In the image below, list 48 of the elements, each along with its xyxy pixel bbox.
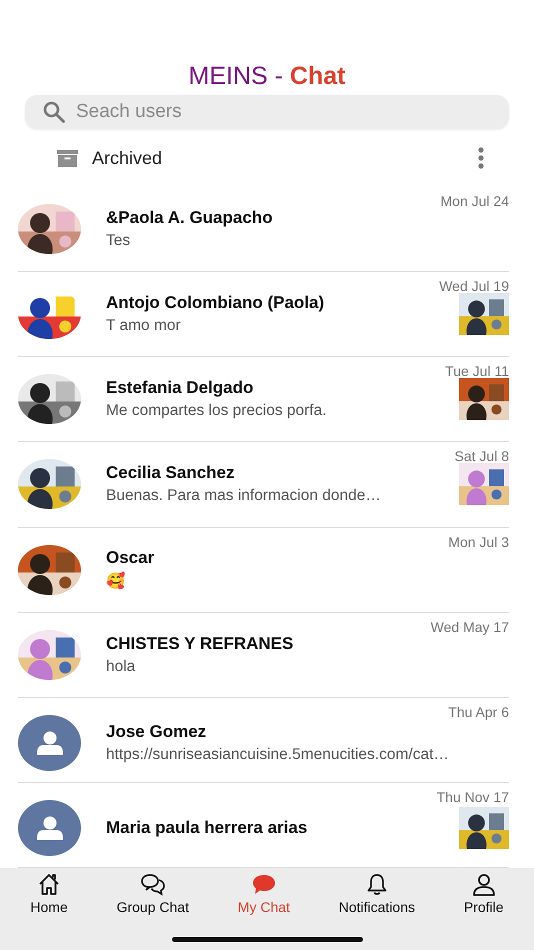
- chat-row[interactable]: Thu Nov 17 Maria paula herrera arias: [18, 782, 509, 868]
- contact-name: Estefania Delgado: [106, 378, 254, 398]
- tab[interactable]: Profile: [464, 872, 504, 920]
- person-icon: [36, 816, 62, 840]
- chat-row[interactable]: Tue Jul 11 Estefania Delgado Me compartes los precios porfa.: [18, 357, 509, 442]
- message-preview: https://sunriseasiancuisine.5menucities.com/cat…: [106, 746, 449, 764]
- chat-date: Mon Jul 24: [440, 193, 509, 210]
- message-preview: 🥰: [106, 572, 125, 591]
- contact-name: Antojo Colombiano (Paola): [106, 293, 326, 314]
- chat-date: Thu Nov 17: [436, 788, 509, 806]
- chat-date: Mon Jul 3: [448, 534, 509, 550]
- search-field[interactable]: Seach users: [25, 95, 509, 129]
- tab[interactable]: Home: [30, 872, 68, 920]
- chat-row[interactable]: Mon Jul 3 Oscar 🥰: [18, 528, 509, 613]
- person-icon: [36, 730, 62, 755]
- chat-date: Thu Apr 6: [448, 704, 509, 721]
- chat-date: Sat Jul 8: [454, 448, 509, 466]
- message-preview: Buenas. Para mas informacion donde…: [106, 487, 381, 506]
- message-preview: Tes: [106, 232, 130, 250]
- contact-name: CHISTES Y REFRANES: [106, 634, 294, 654]
- message-preview: T amo mor: [106, 317, 181, 336]
- message-preview: hola: [106, 658, 136, 676]
- tab[interactable]: Group Chat: [116, 872, 189, 920]
- archive-box-icon[interactable]: [57, 150, 78, 166]
- speech-bubbles-icon: [140, 872, 166, 897]
- chat-row[interactable]: Sat Jul 8 Cecilia Sanchez Buenas. Para mas informacion donde…: [18, 442, 509, 528]
- contact-name: Jose Gomez: [106, 722, 208, 742]
- contact-name: Oscar: [106, 548, 156, 568]
- contact-name: Maria paula herrera arias: [106, 818, 308, 838]
- chat-date: Wed May 17: [430, 618, 509, 636]
- message-preview: Me compartes los precios porfa.: [106, 402, 327, 420]
- chat-date: Wed Jul 19: [439, 278, 509, 296]
- person-icon: [470, 872, 497, 897]
- contact-name: &Paola A. Guapacho: [106, 208, 274, 228]
- chat-row[interactable]: Mon Jul 24 &Paola A. Guapacho Tes: [18, 187, 509, 272]
- chat-date: Tue Jul 11: [445, 363, 509, 380]
- chat-row[interactable]: Thu Apr 6 Jose Gomez https://sunriseasiancuisine.5menucities.com/cat…: [18, 698, 509, 783]
- tab[interactable]: Notifications: [338, 872, 416, 920]
- archived-label[interactable]: Archived: [92, 148, 478, 168]
- speech-bubble-icon: [250, 872, 277, 897]
- contact-name: Cecilia Sanchez: [106, 463, 236, 484]
- search-input[interactable]: Seach users: [76, 97, 497, 127]
- search-icon: [42, 100, 66, 124]
- chat-row[interactable]: Wed Jul 19 Antojo Colombiano (Paola) T amo mor: [18, 272, 509, 358]
- more-options-icon[interactable]: [478, 147, 484, 169]
- chat-row[interactable]: Wed May 17 CHISTES Y REFRANES hola: [18, 612, 509, 698]
- app-title: MEINS - Chat: [188, 61, 346, 92]
- tab[interactable]: My Chat: [238, 872, 290, 920]
